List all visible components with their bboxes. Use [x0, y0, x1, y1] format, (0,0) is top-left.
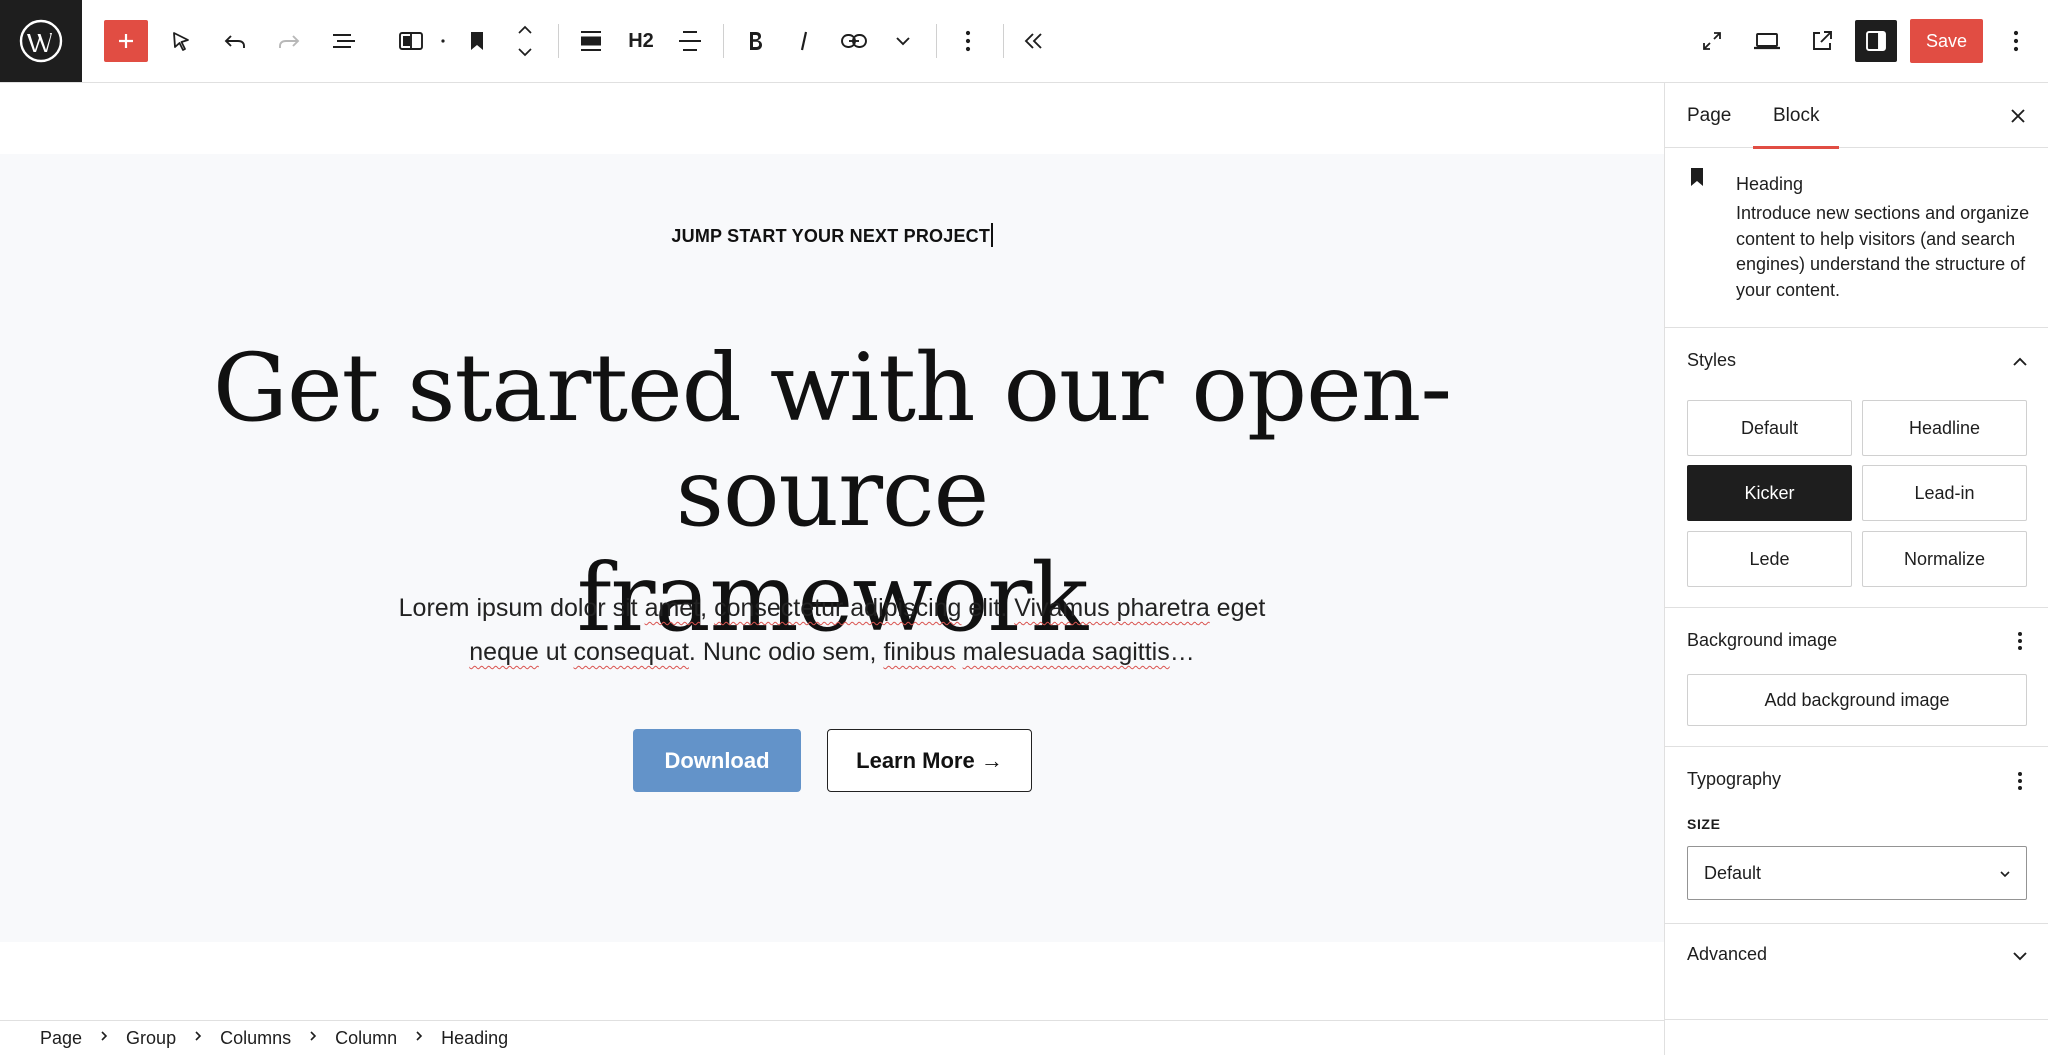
top-toolbar: H2 Save: [0, 0, 2048, 83]
bold-icon[interactable]: [734, 20, 776, 62]
columns-block-icon[interactable]: [390, 20, 432, 62]
tab-page[interactable]: Page: [1687, 83, 1731, 148]
typography-options-icon[interactable]: [2004, 765, 2036, 797]
text-align-icon[interactable]: [669, 20, 711, 62]
lede-text: Lorem ipsum dolor sit: [398, 594, 645, 622]
breadcrumb-item-page[interactable]: Page: [40, 1028, 82, 1049]
heading-level-label: H2: [628, 29, 654, 52]
fullscreen-icon[interactable]: [1691, 20, 1733, 62]
undo-icon[interactable]: [214, 20, 256, 62]
toolbar-separator: [936, 24, 937, 58]
block-options-icon[interactable]: [947, 20, 989, 62]
panel-divider: [1665, 1019, 2048, 1020]
lede-text: ,: [700, 594, 715, 622]
sidebar-tabs: Page Block: [1665, 83, 2048, 149]
styles-panel-title[interactable]: Styles: [1687, 350, 1736, 371]
lede-misspelled-word: malesuada sagittis: [962, 638, 1170, 666]
lede-misspelled-word: Vivamus pharetra: [1014, 594, 1210, 622]
style-default-button[interactable]: Default: [1687, 400, 1852, 456]
document-overview-icon[interactable]: [323, 20, 365, 62]
settings-sidebar: Page Block Heading Introduce new section…: [1664, 83, 2048, 1055]
italic-icon[interactable]: [783, 20, 825, 62]
lede-text: …: [1169, 638, 1195, 666]
preview-device-icon[interactable]: [1746, 20, 1788, 62]
text-caret: [991, 223, 993, 247]
heading-level-button[interactable]: H2: [619, 20, 663, 62]
lede-text: eget: [1209, 594, 1266, 622]
background-panel-title: Background image: [1687, 630, 1838, 650]
redo-icon[interactable]: [268, 20, 310, 62]
save-button[interactable]: Save: [1910, 19, 1983, 63]
add-background-image-button[interactable]: Add background image: [1687, 674, 2027, 726]
block-breadcrumb: Page Group Columns Column Heading: [0, 1020, 1664, 1055]
chevron-right-icon: [415, 1029, 423, 1047]
chevron-right-icon: [194, 1029, 202, 1047]
align-full-icon[interactable]: [570, 20, 612, 62]
lede-misspelled-word: consequat: [573, 638, 689, 666]
wordpress-logo-icon[interactable]: [0, 0, 82, 82]
settings-sidebar-icon[interactable]: [1855, 20, 1897, 62]
view-external-icon[interactable]: [1801, 20, 1843, 62]
style-lead-in-button[interactable]: Lead-in: [1862, 465, 2027, 521]
kicker-text[interactable]: JUMP START YOUR NEXT PROJECT: [671, 226, 990, 246]
collapse-toolbar-icon[interactable]: [1013, 20, 1055, 62]
panel-divider: [1665, 607, 2048, 608]
close-icon[interactable]: [1997, 95, 2039, 137]
typography-panel-title: Typography: [1687, 769, 1782, 789]
advanced-panel-title[interactable]: Advanced: [1687, 944, 1767, 965]
chevron-right-icon: [309, 1029, 317, 1047]
breadcrumb-item-columns[interactable]: Columns: [220, 1028, 291, 1049]
options-menu-icon[interactable]: [1995, 20, 2037, 62]
font-size-value: Default: [1704, 862, 1762, 883]
heading-bookmark-icon: [1687, 166, 1711, 190]
parent-dot-icon: [431, 20, 455, 62]
lede-paragraph[interactable]: Lorem ipsum dolor sit amet, consectetur …: [380, 586, 1284, 674]
style-lede-button[interactable]: Lede: [1687, 531, 1852, 587]
select-tool-icon[interactable]: [160, 20, 202, 62]
tab-block[interactable]: Block: [1752, 83, 1841, 149]
block-card-title: Heading: [1736, 174, 1804, 194]
link-icon[interactable]: [833, 20, 875, 62]
panel-divider: [1665, 746, 2048, 747]
kicker-heading[interactable]: JUMP START YOUR NEXT PROJECT: [0, 223, 1664, 247]
lede-misspelled-word: consectetur adipiscing: [714, 594, 962, 622]
breadcrumb-item-group[interactable]: Group: [126, 1028, 176, 1049]
headline-line-1[interactable]: Get started with our open-source: [60, 336, 1604, 546]
more-rich-text-chevron-icon[interactable]: [882, 20, 924, 62]
style-kicker-button[interactable]: Kicker: [1687, 465, 1852, 521]
background-options-icon[interactable]: [2004, 625, 2036, 657]
lede-misspelled-word: amet: [644, 594, 701, 622]
style-headline-button[interactable]: Headline: [1862, 400, 2027, 456]
toolbar-separator: [723, 24, 724, 58]
lede-text: elit.: [961, 594, 1015, 622]
breadcrumb-item-heading[interactable]: Heading: [441, 1028, 508, 1049]
chevron-down-icon[interactable]: [2004, 940, 2036, 972]
lede-text: [956, 638, 963, 666]
chevron-right-icon: [100, 1029, 108, 1047]
lede-misspelled-word: finibus: [883, 638, 956, 666]
toolbar-separator: [1003, 24, 1004, 58]
download-button[interactable]: Download: [633, 729, 801, 792]
learn-more-button[interactable]: Learn More →: [827, 729, 1032, 792]
chevron-up-icon[interactable]: [2004, 346, 2036, 378]
toolbar-separator: [558, 24, 559, 58]
chevron-down-icon: [1998, 865, 2012, 886]
lede-text: ut: [538, 638, 574, 666]
add-block-button[interactable]: [104, 20, 148, 62]
breadcrumb-item-column[interactable]: Column: [335, 1028, 397, 1049]
lede-misspelled-word: neque: [469, 638, 539, 666]
style-normalize-button[interactable]: Normalize: [1862, 531, 2027, 587]
font-size-select[interactable]: Default: [1687, 846, 2027, 900]
panel-divider: [1665, 923, 2048, 924]
size-label: SIZE: [1687, 816, 1721, 832]
lede-text: . Nunc odio sem,: [688, 638, 884, 666]
block-card-description: Introduce new sections and organize cont…: [1736, 203, 2030, 300]
bookmark-heading-icon[interactable]: [456, 20, 498, 62]
move-up-down-icon[interactable]: [505, 20, 545, 62]
